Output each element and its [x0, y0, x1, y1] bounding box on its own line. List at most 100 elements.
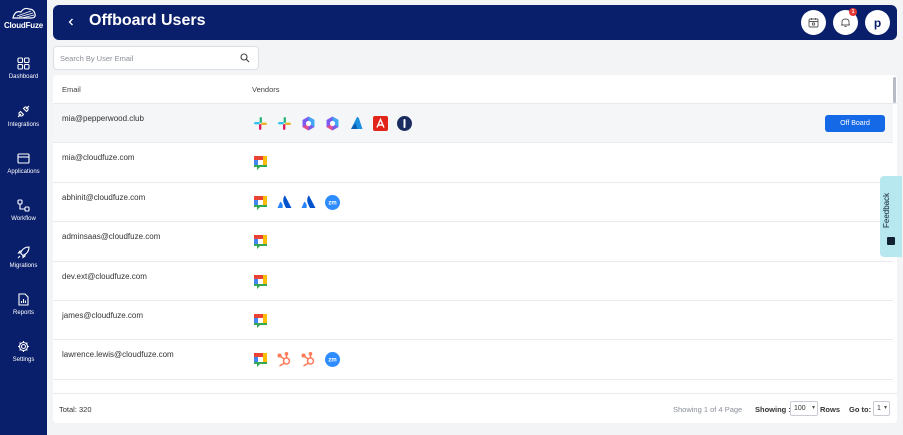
- sidebar-item-label: Workflow: [11, 216, 36, 222]
- rows-per-page-select[interactable]: 100 ▾: [790, 401, 818, 416]
- 1password-icon: [396, 115, 413, 132]
- sidebar-item-label: Integrations: [7, 122, 40, 128]
- search-input[interactable]: [60, 50, 230, 66]
- google-chat-icon: [252, 351, 269, 368]
- feedback-icon: [887, 237, 895, 245]
- zoom-icon: zm: [324, 351, 341, 368]
- logo[interactable]: CloudFuze: [0, 6, 47, 30]
- notification-badge: 1: [849, 8, 857, 16]
- sidebar-item-migrations[interactable]: Migrations: [0, 246, 47, 269]
- table-header: Email Vendors: [53, 75, 897, 104]
- copilot-icon: [300, 115, 317, 132]
- sidebar-item-applications[interactable]: Applications: [0, 152, 47, 175]
- notifications-button[interactable]: 1: [833, 8, 858, 35]
- applications-icon: [17, 153, 30, 164]
- avatar[interactable]: p: [865, 10, 890, 35]
- table-footer: Total: 320 Showing 1 of 4 Page Showing :…: [53, 393, 897, 423]
- users-table: Email Vendors mia@pepperwood.club Off Boa…: [53, 75, 897, 423]
- column-header-vendors: Vendors: [252, 85, 280, 94]
- cloudfuze-logo-icon: [11, 7, 36, 19]
- google-chat-icon: [252, 273, 269, 290]
- sidebar-item-dashboard[interactable]: Dashboard: [0, 57, 47, 80]
- table-row[interactable]: mia@pepperwood.club Off Board: [53, 104, 893, 144]
- hubspot-icon: [276, 351, 293, 368]
- sidebar: CloudFuze Dashboard Integrations Applica…: [0, 0, 47, 435]
- adobe-icon: [372, 115, 389, 132]
- table-body: mia@pepperwood.club Off Board mia@cloudfuz…: [53, 104, 897, 392]
- sidebar-item-reports[interactable]: Reports: [0, 293, 47, 316]
- google-chat-icon: [252, 154, 269, 171]
- vendor-icons: zm: [252, 351, 341, 369]
- vendor-icons: [252, 233, 269, 251]
- user-email: adminsaas@cloudfuze.com: [62, 232, 161, 242]
- feedback-label: Feedback: [882, 192, 891, 229]
- gear-icon: [18, 341, 29, 352]
- reports-icon: [18, 293, 29, 306]
- calendar-button[interactable]: [801, 10, 826, 35]
- column-header-email: Email: [62, 85, 81, 94]
- dashboard-icon: [17, 57, 30, 70]
- feedback-tab[interactable]: Feedback: [880, 176, 902, 257]
- showing-label: Showing :: [755, 405, 791, 414]
- sidebar-item-label: Settings: [12, 357, 35, 363]
- sidebar-item-label: Reports: [12, 310, 34, 316]
- copilot-icon: [324, 115, 341, 132]
- back-button[interactable]: [63, 14, 79, 30]
- table-row[interactable]: abhinit@cloudfuze.com zm: [53, 183, 893, 223]
- atlassian-icon: [276, 194, 293, 211]
- sidebar-item-label: Migrations: [9, 263, 38, 269]
- sidebar-item-label: Applications: [7, 169, 40, 175]
- page-status: Showing 1 of 4 Page: [673, 405, 743, 414]
- user-email: abhinit@cloudfuze.com: [62, 192, 146, 202]
- user-email: james@cloudfuze.com: [62, 311, 144, 320]
- user-email: lawrence.lewis@cloudfuze.com: [62, 350, 174, 360]
- vendor-icons: [252, 154, 269, 172]
- table-row[interactable]: [53, 380, 893, 392]
- chevron-left-icon: [68, 18, 73, 26]
- sidebar-item-workflow[interactable]: Workflow: [0, 199, 47, 222]
- vendor-icons: [252, 312, 269, 330]
- table-row[interactable]: mia@cloudfuze.com: [53, 143, 893, 183]
- azure-icon: [348, 115, 365, 132]
- chevron-down-icon: ▾: [811, 405, 815, 411]
- offboard-button[interactable]: Off Board: [825, 115, 885, 132]
- rows-label: Rows: [820, 405, 841, 414]
- google-chat-icon: [252, 233, 269, 250]
- bell-icon: [841, 18, 850, 27]
- google-chat-icon: [252, 312, 269, 329]
- user-email: mia@pepperwood.club: [62, 114, 144, 123]
- goto-label: Go to:: [849, 405, 872, 414]
- logo-text: CloudFuze: [3, 21, 44, 30]
- scrollbar[interactable]: [893, 77, 896, 103]
- calendar-icon: [808, 18, 819, 28]
- user-email: mia@cloudfuze.com: [62, 153, 135, 163]
- page-title: Offboard Users: [89, 12, 206, 29]
- search-box: [53, 46, 259, 70]
- page-header: Offboard Users 1 p: [53, 5, 897, 40]
- rows-per-page-value: 100: [794, 405, 806, 412]
- sidebar-item-settings[interactable]: Settings: [0, 340, 47, 363]
- workflow-icon: [17, 199, 30, 212]
- sidebar-item-integrations[interactable]: Integrations: [0, 105, 47, 128]
- vendor-icons: [252, 273, 269, 291]
- table-row[interactable]: adminsaas@cloudfuze.com: [53, 222, 893, 262]
- vendor-icons: [252, 115, 413, 133]
- search-icon[interactable]: [240, 53, 250, 63]
- atlassian-icon: [300, 194, 317, 211]
- svg-text:zm: zm: [328, 358, 336, 364]
- hubspot-icon: [300, 351, 317, 368]
- integrations-icon: [17, 105, 30, 118]
- vendor-icons: zm: [252, 194, 341, 212]
- google-chat-icon: [252, 194, 269, 211]
- avatar-letter: p: [873, 15, 882, 30]
- table-row[interactable]: james@cloudfuze.com: [53, 301, 893, 341]
- table-row[interactable]: lawrence.lewis@cloudfuze.com zm: [53, 340, 893, 380]
- slack-icon: [252, 115, 269, 132]
- rocket-icon: [17, 246, 30, 259]
- table-row[interactable]: dev.ext@cloudfuze.com: [53, 262, 893, 301]
- vendor-icons: [252, 391, 269, 392]
- goto-page-value: 1: [877, 405, 881, 412]
- total-count: Total: 320: [59, 405, 92, 414]
- google-chat-icon: [252, 391, 269, 392]
- goto-page-select[interactable]: 1 ▾: [873, 401, 890, 416]
